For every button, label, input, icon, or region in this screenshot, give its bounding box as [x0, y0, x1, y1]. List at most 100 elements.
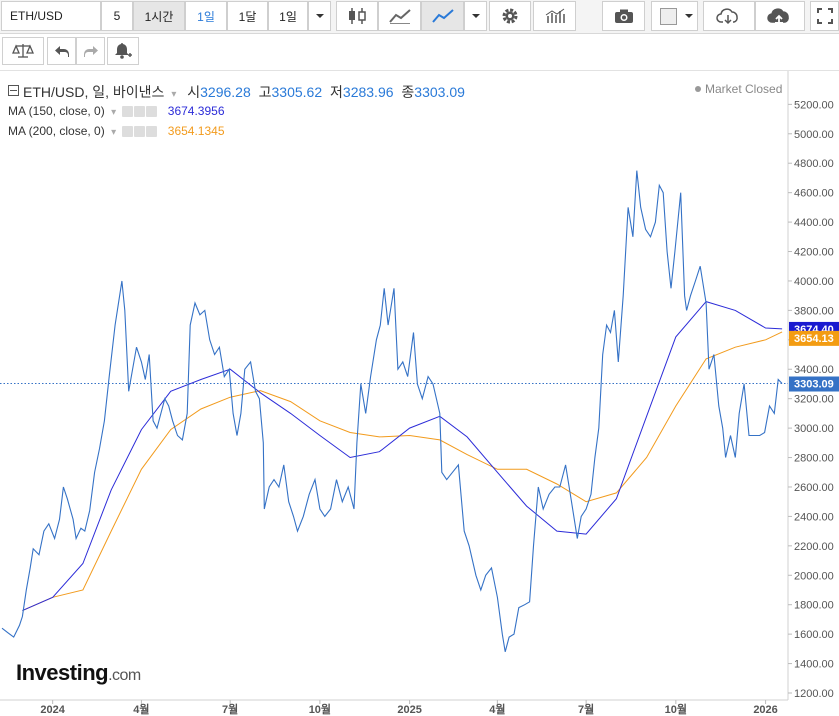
interval-input-text: 5 [113, 9, 121, 23]
add-alert-button[interactable] [107, 37, 139, 65]
compare-button[interactable] [2, 37, 44, 65]
screenshot-button[interactable] [602, 1, 645, 31]
line-icon [431, 9, 454, 23]
ma150-legend: MA (150, close, 0) ▾ 3674.3956 [8, 104, 225, 118]
redo-icon [83, 46, 98, 57]
mountain-chart-button[interactable] [378, 1, 421, 31]
remove-icon[interactable] [146, 106, 158, 118]
high-value: 3305.62 [271, 84, 323, 100]
y-tick-label: 1600.00 [794, 629, 834, 641]
y-tick-label: 1800.00 [794, 600, 834, 612]
cloud-upload-icon [767, 8, 789, 24]
price-axis: 1200.00 1400.00 1600.00 1800.00 2000.00 2200.… [788, 99, 834, 700]
legend-collapse-icon[interactable] [8, 85, 19, 96]
open-value: 3296.28 [200, 84, 251, 100]
y-tick-label: 4400.00 [794, 217, 834, 229]
interval-input[interactable]: 5 [101, 1, 133, 31]
y-tick-label: 2000.00 [794, 570, 834, 582]
y-tick-label: 4200.00 [794, 247, 834, 259]
investing-logo: Investing.com [16, 660, 141, 686]
x-tick-label: 4월 [489, 702, 505, 716]
close-label: 종 [401, 84, 415, 100]
indicators-button[interactable] [533, 1, 576, 31]
interval-more-button[interactable]: 1일 [268, 1, 308, 31]
market-status-text: Market Closed [705, 82, 783, 96]
y-tick-label: 1200.00 [794, 688, 834, 700]
line-chart-button[interactable] [421, 1, 464, 31]
save-layout-button[interactable] [755, 1, 805, 31]
y-tick-label: 3800.00 [794, 305, 834, 317]
y-tick-label: 2400.00 [794, 511, 834, 523]
cloud-download-icon [716, 8, 738, 25]
settings-button[interactable] [489, 1, 531, 31]
y-tick-label: 4600.00 [794, 188, 834, 200]
settings-icon[interactable] [134, 106, 146, 118]
undo-button[interactable] [47, 37, 76, 65]
y-tick-label: 4800.00 [794, 158, 834, 170]
color-box-icon [660, 7, 677, 25]
mountain-icon [388, 9, 411, 24]
y-tick-label: 1400.00 [794, 659, 834, 671]
interval-more-label: 1일 [279, 9, 297, 24]
ma150-label: MA (150, close, 0) [8, 104, 105, 118]
eye-icon[interactable] [122, 126, 134, 138]
eye-icon[interactable] [122, 106, 134, 118]
x-tick-label: 10월 [665, 702, 687, 716]
ma200-value: 3654.1345 [167, 124, 225, 138]
status-dot-icon [695, 86, 701, 92]
price-line [1, 170, 783, 652]
y-tick-label: 2600.00 [794, 482, 834, 494]
top-toolbar: ETH/USD 5 1시간 1일 1달 1일 [0, 0, 839, 34]
camera-icon [614, 9, 633, 23]
symbol-title: ETH/USD, 일, 바이낸스 [23, 84, 165, 100]
interval-dropdown-button[interactable] [308, 1, 331, 31]
settings-icon[interactable] [134, 126, 146, 138]
ma200-legend: MA (200, close, 0) ▾ 3654.1345 [8, 124, 225, 138]
x-tick-label: 2024 [40, 704, 65, 716]
price-tags: 3674.403654.133303.09 [789, 321, 839, 392]
ma200-menu-icon[interactable]: ▾ [111, 127, 116, 138]
candle-icon [349, 8, 366, 24]
interval-1h-label: 1시간 [144, 9, 174, 24]
color-picker-button[interactable] [651, 1, 698, 31]
price-chart[interactable]: 2024 4월 7월 10월 2025 4월 7월 10월 2026 1200.00 1400.0… [0, 71, 839, 716]
y-tick-label: 5000.00 [794, 129, 834, 141]
symbol-input[interactable]: ETH/USD [1, 1, 101, 31]
x-tick-label: 4월 [133, 702, 149, 716]
chevron-down-icon [315, 14, 324, 18]
y-tick-label: 3000.00 [794, 423, 834, 435]
x-tick-label: 7월 [222, 702, 238, 716]
remove-icon[interactable] [146, 126, 158, 138]
market-status: Market Closed [695, 82, 782, 96]
chart-type-dropdown-button[interactable] [464, 1, 487, 31]
low-value: 3283.96 [342, 84, 394, 100]
candle-chart-button[interactable] [336, 1, 378, 31]
interval-1mo-label: 1달 [238, 9, 257, 24]
high-label: 고 [258, 84, 272, 100]
time-axis: 2024 4월 7월 10월 2025 4월 7월 10월 2026 [40, 700, 778, 716]
fullscreen-button[interactable] [810, 1, 839, 31]
legend-menu-icon[interactable]: ▾ [171, 89, 176, 100]
ma200-label: MA (200, close, 0) [8, 124, 105, 138]
chevron-down-icon [685, 14, 693, 18]
interval-1mo-button[interactable]: 1달 [227, 1, 268, 31]
y-tick-label: 2800.00 [794, 453, 834, 465]
load-layout-button[interactable] [703, 1, 755, 31]
y-tick-label: 3400.00 [794, 364, 834, 376]
ma150-menu-icon[interactable]: ▾ [111, 107, 116, 118]
x-tick-label: 2025 [397, 704, 421, 716]
interval-1d-label: 1일 [197, 9, 215, 24]
fullscreen-icon [816, 8, 833, 24]
y-tick-label: 5200.00 [794, 99, 834, 111]
drawing-toolbar [0, 34, 839, 71]
redo-button[interactable] [76, 37, 105, 65]
ma150-value: 3674.3956 [167, 104, 225, 118]
symbol-text: ETH/USD [10, 9, 63, 23]
x-tick-label: 10월 [309, 702, 331, 716]
open-label: 시 [187, 84, 201, 100]
interval-1d-button[interactable]: 1일 [185, 1, 227, 31]
alert-bell-icon [115, 43, 132, 59]
logo-suffix: .com [108, 667, 141, 684]
interval-1h-button[interactable]: 1시간 [133, 1, 185, 31]
ma200-price-tag-label: 3654.13 [794, 333, 834, 345]
